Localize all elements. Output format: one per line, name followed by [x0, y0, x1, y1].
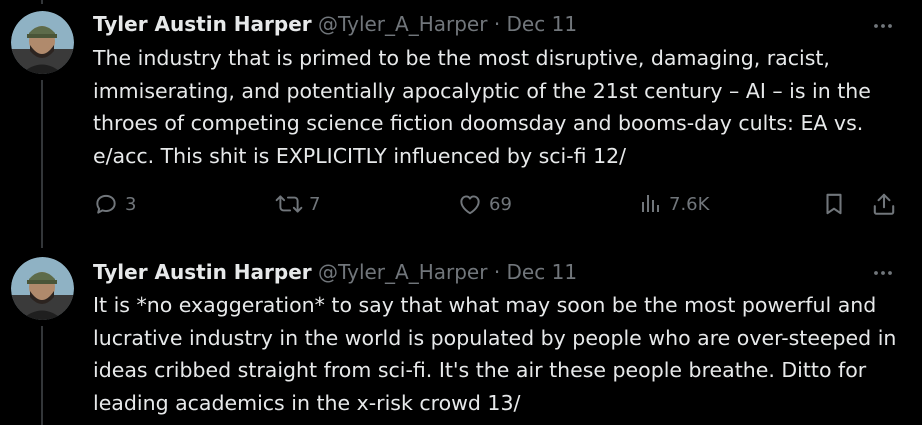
- more-icon[interactable]: [871, 261, 895, 285]
- tweet-1[interactable]: Tyler Austin Harper @Tyler_A_Harper · De…: [0, 0, 922, 245]
- like-count: 69: [489, 193, 512, 215]
- separator-dot: ·: [493, 12, 501, 36]
- bookmark-icon: [821, 191, 847, 217]
- reply-button[interactable]: 3: [93, 189, 136, 219]
- separator-dot: ·: [493, 260, 501, 284]
- tweet-date[interactable]: Dec 11: [507, 12, 578, 36]
- reply-icon: [93, 191, 119, 217]
- tweet-header: Tyler Austin Harper @Tyler_A_Harper · De…: [93, 259, 577, 285]
- heart-icon: [457, 191, 483, 217]
- more-icon[interactable]: [871, 14, 895, 38]
- tweet-text: It is *no exaggeration* to say that what…: [93, 293, 897, 415]
- bookmark-button[interactable]: [821, 189, 847, 219]
- author-handle[interactable]: @Tyler_A_Harper: [318, 260, 487, 284]
- tweet-date[interactable]: Dec 11: [507, 260, 578, 284]
- tweet-text: The industry that is primed to be the mo…: [93, 46, 871, 168]
- views-count: 7.6K: [669, 193, 710, 215]
- tweet-actions: 3 7 69 7.6K: [93, 189, 903, 219]
- tweet-2[interactable]: Tyler Austin Harper @Tyler_A_Harper · De…: [0, 245, 922, 425]
- views-button[interactable]: 7.6K: [639, 189, 709, 219]
- tweet-header: Tyler Austin Harper @Tyler_A_Harper · De…: [93, 11, 577, 37]
- author-name[interactable]: Tyler Austin Harper: [93, 260, 312, 284]
- share-icon: [871, 191, 897, 217]
- author-name[interactable]: Tyler Austin Harper: [93, 12, 312, 36]
- author-handle[interactable]: @Tyler_A_Harper: [318, 12, 487, 36]
- reply-count: 3: [125, 193, 137, 215]
- views-icon: [639, 191, 663, 217]
- share-button[interactable]: [871, 189, 897, 219]
- avatar[interactable]: [11, 257, 74, 320]
- repost-icon: [275, 191, 303, 217]
- repost-count: 7: [309, 193, 321, 215]
- avatar[interactable]: [11, 11, 74, 74]
- repost-button[interactable]: 7: [275, 189, 320, 219]
- like-button[interactable]: 69: [457, 189, 512, 219]
